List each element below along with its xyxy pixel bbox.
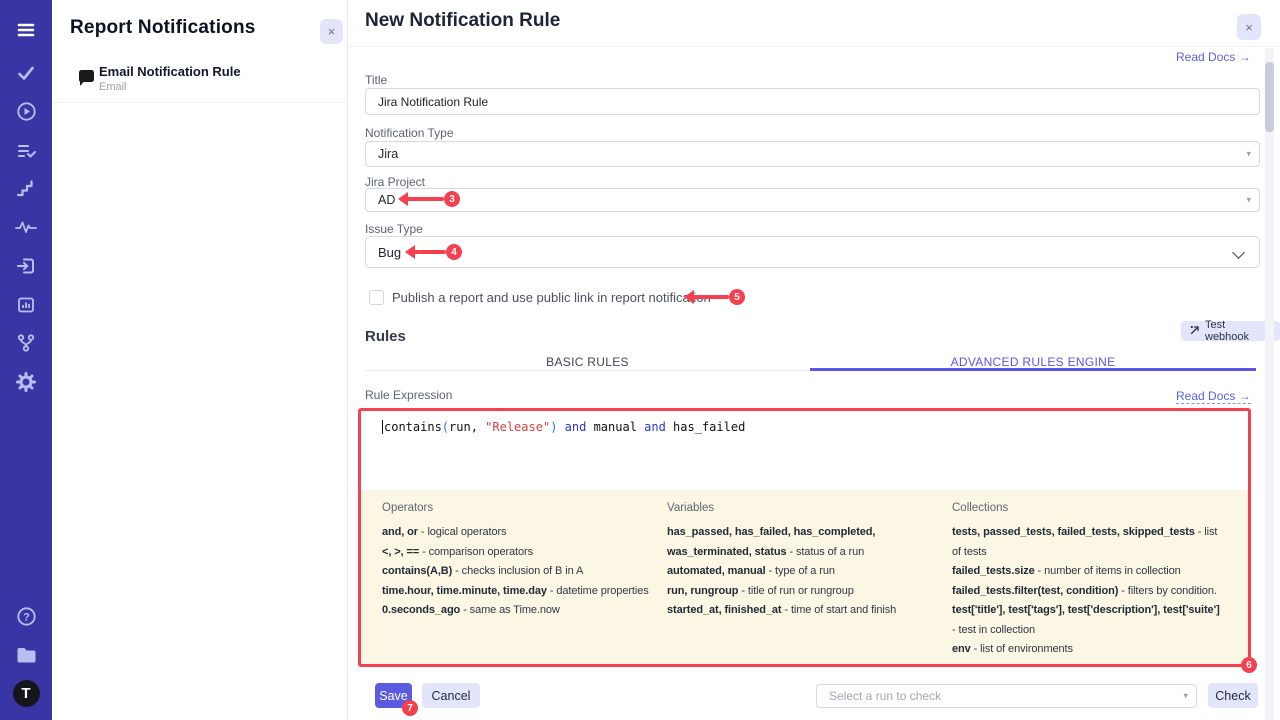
help-item: tests, passed_tests, failed_tests, skipp…: [952, 523, 1224, 562]
close-icon: ×: [1245, 20, 1253, 35]
test-webhook-label: Test webhook: [1205, 319, 1271, 343]
list-item-title: Email Notification Rule: [99, 64, 241, 79]
code-segment: and: [644, 420, 666, 434]
scrollbar-track[interactable]: [1265, 48, 1274, 720]
help-item: run, rungroup - title of run or rungroup: [667, 582, 959, 602]
help-column-header: Variables: [667, 502, 959, 514]
list-check-icon[interactable]: [0, 136, 52, 166]
notification-type-select[interactable]: Jira ▾: [365, 141, 1260, 167]
tab-active-underline: [810, 368, 1256, 371]
help-column-variables: Variables has_passed, has_failed, has_com…: [667, 502, 959, 621]
code-segment: contains: [384, 420, 442, 434]
help-item: contains(A,B) - checks inclusion of B in…: [382, 562, 654, 582]
run-select[interactable]: Select a run to check ▾: [816, 684, 1197, 708]
menu-icon[interactable]: [0, 15, 52, 45]
publish-report-checkbox[interactable]: [369, 290, 384, 305]
read-docs-link[interactable]: Read Docs →: [1176, 387, 1251, 405]
help-item: automated, manual - type of a run: [667, 562, 959, 582]
annotation-arrow-5: [694, 295, 729, 299]
help-icon[interactable]: ?: [0, 601, 52, 631]
publish-report-label: Publish a report and use public link in …: [392, 290, 711, 305]
help-item: failed_tests.filter(test, condition) - f…: [952, 582, 1224, 602]
annotation-badge-7: 7: [402, 700, 418, 716]
code-line[interactable]: contains(run, "Release") and manual and …: [382, 420, 745, 434]
help-item: time.hour, time.minute, time.day - datet…: [382, 582, 654, 602]
check-button[interactable]: Check: [1208, 683, 1258, 708]
jira-project-value: AD: [378, 193, 395, 207]
issue-type-value: Bug: [378, 245, 401, 260]
expression-help-panel: Operators and, or - logical operators<, >…: [361, 490, 1248, 665]
help-item: <, >, == - comparison operators: [382, 543, 654, 563]
sidebar: ? T: [0, 0, 52, 720]
help-item: test['title'], test['tags'], test['descr…: [952, 601, 1224, 640]
play-circle-icon[interactable]: [0, 96, 52, 126]
help-item: 0.seconds_ago - same as Time.now: [382, 601, 654, 621]
branch-icon[interactable]: [0, 328, 52, 358]
help-item: has_passed, has_failed, has_completed, w…: [667, 523, 959, 562]
caret-down-icon: ▾: [1246, 149, 1251, 160]
notification-type-value: Jira: [378, 147, 398, 161]
code-segment: "Release": [485, 420, 550, 434]
tab-basic-rules[interactable]: BASIC RULES: [365, 352, 810, 371]
close-icon: ×: [328, 24, 336, 39]
caret-down-icon: ▾: [1183, 691, 1188, 702]
page-title: New Notification Rule: [365, 10, 560, 32]
annotation-arrow-4: [415, 250, 446, 254]
panel-close-button[interactable]: ×: [320, 19, 343, 44]
annotation-badge-6: 6: [1241, 657, 1257, 673]
help-item: env - list of environments: [952, 640, 1224, 660]
scrollbar-thumb[interactable]: [1265, 62, 1274, 132]
issue-type-label: Issue Type: [365, 222, 423, 236]
annotation-badge-3: 3: [444, 191, 460, 207]
read-docs-link-clipped[interactable]: Read Docs →: [1176, 48, 1252, 61]
code-segment: [557, 420, 564, 434]
issue-type-select[interactable]: Bug: [365, 236, 1260, 268]
title-input[interactable]: [365, 88, 1260, 115]
help-column-operators: Operators and, or - logical operators<, >…: [382, 502, 654, 621]
list-item-subtitle: Email: [99, 81, 127, 93]
logo-t[interactable]: T: [0, 678, 52, 708]
notification-type-label: Notification Type: [365, 126, 454, 140]
help-item: failed_tests.size - number of items in c…: [952, 562, 1224, 582]
help-column-collections: Collections tests, passed_tests, failed_t…: [952, 502, 1224, 660]
panel-title: Report Notifications: [70, 17, 256, 39]
code-segment: and: [565, 420, 587, 434]
header-divider: [348, 46, 1280, 47]
run-select-placeholder: Select a run to check: [829, 689, 941, 703]
cancel-button[interactable]: Cancel: [422, 683, 480, 708]
svg-text:?: ?: [23, 611, 30, 623]
text-cursor: [382, 420, 383, 434]
check-icon[interactable]: [0, 58, 52, 88]
jira-project-label: Jira Project: [365, 175, 425, 189]
annotation-badge-5: 5: [729, 289, 745, 305]
help-item: started_at, finished_at - time of start …: [667, 601, 959, 621]
code-segment: has_failed: [666, 420, 745, 434]
annotation-badge-4: 4: [446, 244, 462, 260]
annotation-arrow-3: [408, 197, 444, 201]
rule-expression-label: Rule Expression: [365, 388, 452, 402]
sign-in-icon[interactable]: [0, 251, 52, 281]
modal-close-button[interactable]: ×: [1237, 14, 1261, 40]
rules-heading: Rules: [365, 328, 406, 345]
chat-bubble-icon: [76, 69, 97, 94]
gear-icon[interactable]: [0, 367, 52, 397]
help-column-header: Collections: [952, 502, 1224, 514]
bar-chart-icon[interactable]: [0, 290, 52, 320]
chevron-down-icon: [1232, 246, 1245, 259]
pulse-icon[interactable]: [0, 212, 52, 242]
webhook-icon: [1190, 325, 1200, 338]
report-notifications-panel: Report Notifications × Email Notificatio…: [52, 0, 348, 720]
steps-icon[interactable]: [0, 174, 52, 204]
help-column-header: Operators: [382, 502, 654, 514]
code-segment: manual: [586, 420, 644, 434]
code-segment: run,: [449, 420, 485, 434]
help-item: and, or - logical operators: [382, 523, 654, 543]
app-root: ? T Report Notifications × Email Notific…: [0, 0, 1280, 720]
caret-down-icon: ▾: [1246, 195, 1251, 206]
code-segment: (: [442, 420, 449, 434]
jira-project-select[interactable]: AD ▾: [365, 188, 1260, 212]
folder-icon[interactable]: [0, 640, 52, 670]
title-label: Title: [365, 73, 387, 87]
notification-list-item[interactable]: Email Notification Rule Email: [52, 58, 348, 103]
